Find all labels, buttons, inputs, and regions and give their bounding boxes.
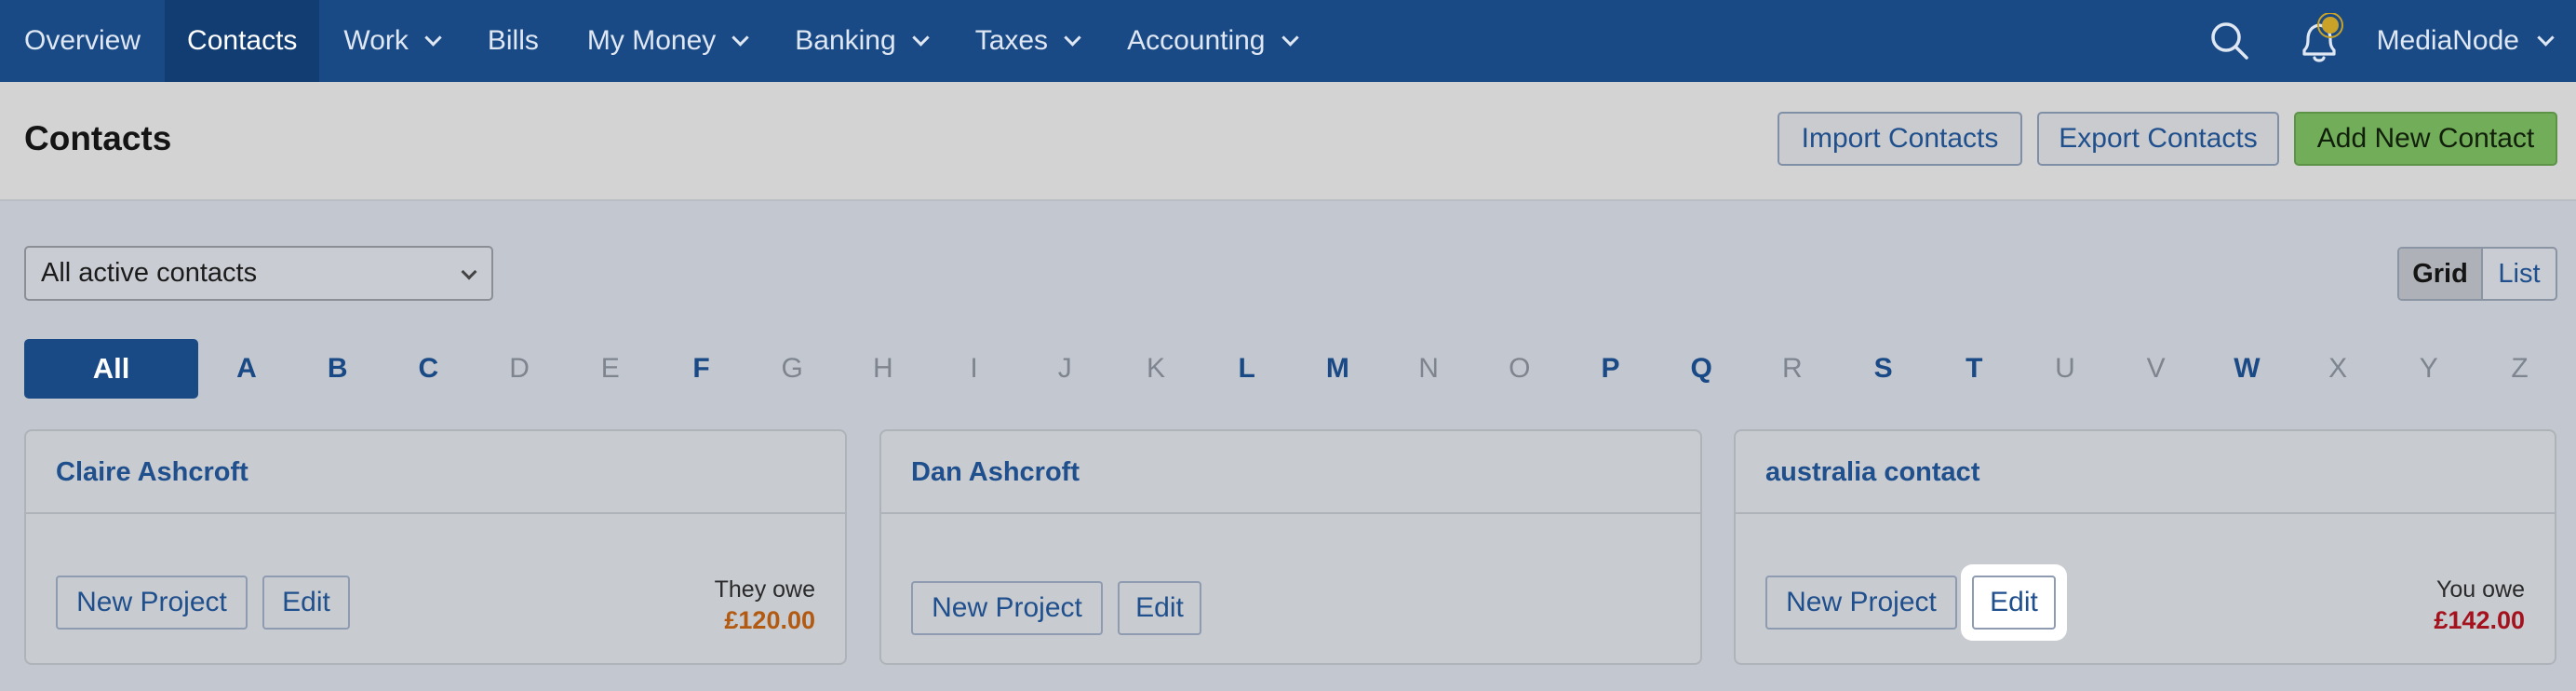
alpha-letter-c[interactable]: C <box>409 339 447 399</box>
alpha-letter-p[interactable]: P <box>1592 339 1630 399</box>
chevron-down-icon <box>1064 28 1081 47</box>
chevron-down-icon <box>2537 28 2555 47</box>
nav-item-label: Bills <box>487 25 539 56</box>
nav-item-label: Banking <box>795 25 896 56</box>
alpha-letter-a[interactable]: A <box>228 339 265 399</box>
alpha-letter-e: E <box>600 353 620 384</box>
balance-label: You owe <box>2436 576 2525 603</box>
alpha-letter-k: K <box>1146 353 1165 384</box>
nav-item-label: Work <box>343 25 409 56</box>
alpha-letter-h: H <box>873 353 893 384</box>
contact-name-link[interactable]: Dan Ashcroft <box>911 457 1080 488</box>
export-contacts-button[interactable]: Export Contacts <box>2037 112 2279 166</box>
grid-view-button[interactable]: Grid <box>2399 249 2483 299</box>
new-project-button[interactable]: New Project <box>1765 576 1957 630</box>
contact-card-header: australia contact <box>1736 431 2555 514</box>
notifications-button[interactable] <box>2274 0 2364 82</box>
chevron-down-icon <box>1281 28 1299 47</box>
nav-item-overview[interactable]: Overview <box>0 0 165 82</box>
account-name: MediaNode <box>2376 25 2519 56</box>
alpha-letter-x: X <box>2328 353 2348 384</box>
contact-card-header: Claire Ashcroft <box>26 431 845 514</box>
alpha-letter-d: D <box>509 353 530 384</box>
new-project-button[interactable]: New Project <box>911 581 1103 635</box>
new-project-button[interactable]: New Project <box>56 576 248 630</box>
search-icon <box>2210 22 2248 60</box>
contact-name-link[interactable]: australia contact <box>1765 457 1979 488</box>
nav-item-label: Contacts <box>187 25 298 56</box>
bell-icon <box>2301 13 2343 62</box>
balance-label: They owe <box>714 576 815 603</box>
alpha-letter-l[interactable]: L <box>1228 339 1266 399</box>
alpha-letter-z: Z <box>2511 353 2529 384</box>
page-header: Contacts Import Contacts Export Contacts… <box>0 82 2576 201</box>
list-view-button[interactable]: List <box>2483 249 2556 299</box>
contact-card: Claire Ashcroft New Project Edit They ow… <box>24 429 847 665</box>
search-button[interactable] <box>2185 0 2274 82</box>
contact-card: Dan Ashcroft New Project Edit <box>879 429 1702 665</box>
import-contacts-button[interactable]: Import Contacts <box>1778 112 2022 166</box>
contact-card-header: Dan Ashcroft <box>881 431 1700 514</box>
alpha-letter-v: V <box>2146 353 2166 384</box>
alpha-letter-q[interactable]: Q <box>1683 339 1720 399</box>
alpha-all-button[interactable]: All <box>24 339 198 399</box>
alpha-letter-g: G <box>781 353 803 384</box>
chevron-down-icon <box>461 264 477 280</box>
edit-button[interactable]: Edit <box>262 576 350 630</box>
alpha-letter-o: O <box>1509 353 1531 384</box>
alpha-letter-f[interactable]: F <box>683 339 720 399</box>
add-new-contact-button[interactable]: Add New Contact <box>2294 112 2557 166</box>
nav-item-accounting[interactable]: Accounting <box>1103 0 1320 82</box>
alpha-letter-j: J <box>1057 353 1072 384</box>
nav-item-label: My Money <box>586 25 717 56</box>
page-title: Contacts <box>24 119 172 157</box>
alpha-letter-n: N <box>1418 353 1439 384</box>
nav-item-label: Accounting <box>1127 25 1266 56</box>
contact-name-link[interactable]: Claire Ashcroft <box>56 457 248 488</box>
nav-item-label: Taxes <box>974 25 1049 56</box>
edit-button[interactable]: Edit <box>1118 581 1201 635</box>
nav-item-contacts[interactable]: Contacts <box>165 0 320 82</box>
top-navigation: Overview Contacts Work Bills My Money Ba… <box>0 0 2576 82</box>
alphabet-filter: All ABC D E F G H I J K LM N O PQ R ST U V W X Y Z <box>24 339 2557 399</box>
nav-item-banking[interactable]: Banking <box>771 0 950 82</box>
nav-right-group: MediaNode <box>2185 0 2576 82</box>
chevron-down-icon <box>731 28 749 47</box>
view-toggle: Grid List <box>2397 247 2557 301</box>
edit-button[interactable]: Edit <box>1972 576 2056 630</box>
balance-amount: £120.00 <box>724 606 815 634</box>
alpha-letter-i: I <box>970 353 978 384</box>
alpha-letter-m[interactable]: M <box>1319 339 1356 399</box>
alpha-letter-b[interactable]: B <box>319 339 356 399</box>
alpha-letter-t[interactable]: T <box>1955 339 1992 399</box>
balance-amount: £142.00 <box>2434 606 2525 634</box>
nav-item-work[interactable]: Work <box>319 0 463 82</box>
alpha-letter-y: Y <box>2419 353 2438 384</box>
nav-item-bills[interactable]: Bills <box>463 0 563 82</box>
alpha-letter-s[interactable]: S <box>1865 339 1902 399</box>
chevron-down-icon <box>424 28 442 47</box>
account-menu[interactable]: MediaNode <box>2364 0 2576 82</box>
nav-item-label: Overview <box>24 25 141 56</box>
chevron-down-icon <box>911 28 930 47</box>
nav-item-my-money[interactable]: My Money <box>563 0 771 82</box>
filter-selected-value: All active contacts <box>41 258 258 288</box>
alpha-letter-u: U <box>2055 353 2075 384</box>
alpha-letter-w[interactable]: W <box>2228 339 2265 399</box>
alpha-letter-r: R <box>1782 353 1803 384</box>
nav-item-taxes[interactable]: Taxes <box>951 0 1103 82</box>
contact-card: australia contact New Project Edit You o… <box>1734 429 2556 665</box>
contact-filter-select[interactable]: All active contacts <box>24 246 493 301</box>
